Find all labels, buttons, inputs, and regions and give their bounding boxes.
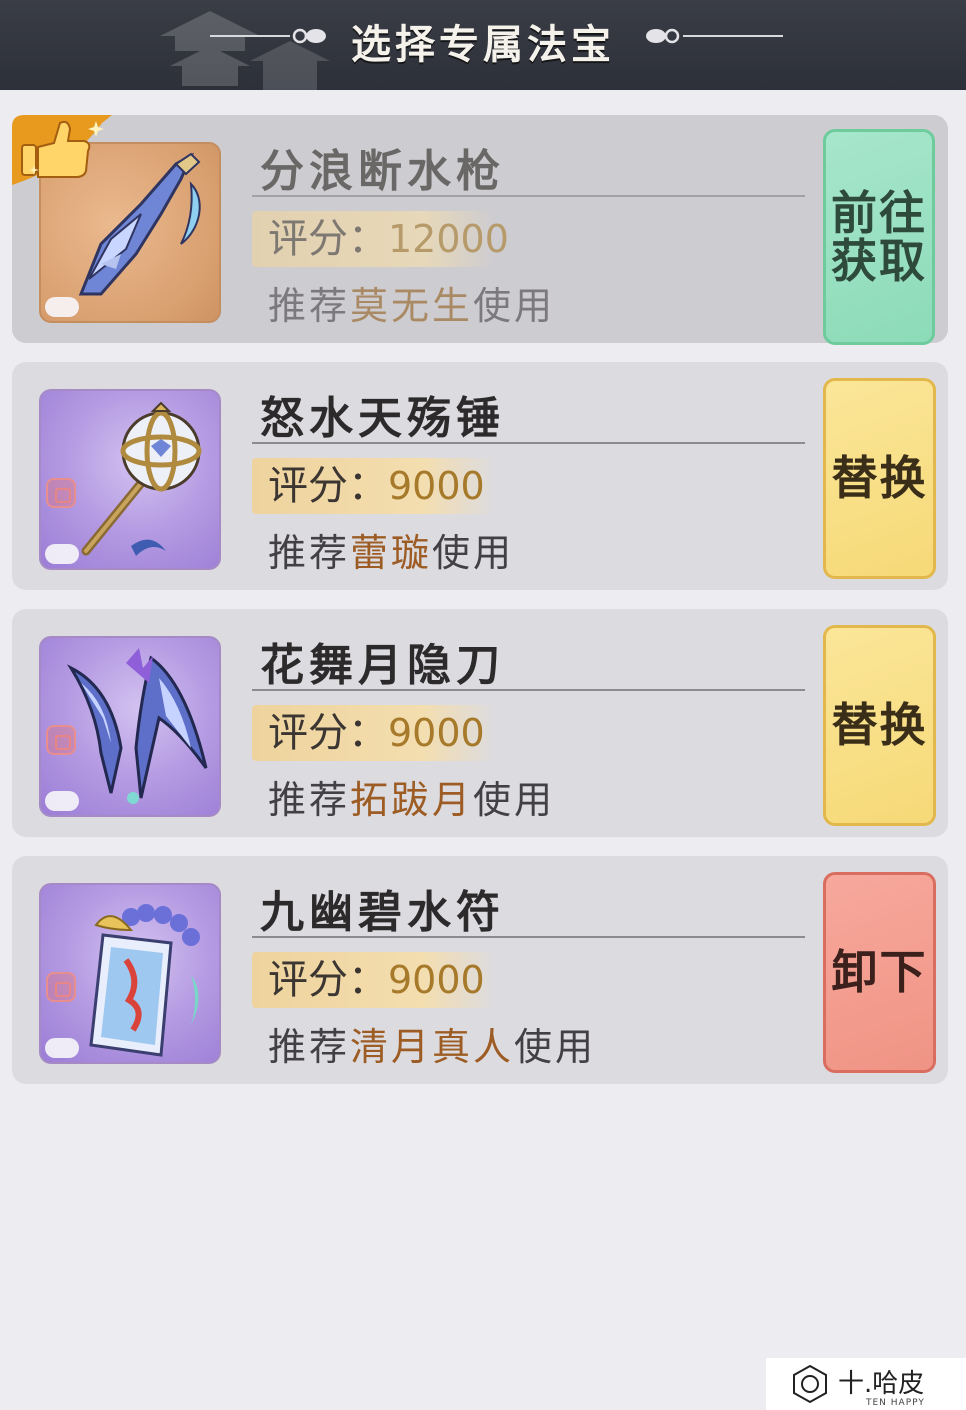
cloud-badge-icon bbox=[45, 791, 79, 811]
recommend-text: 推荐清月真人使用 bbox=[268, 1016, 596, 1071]
treasure-name: 怒水天殇锤 bbox=[260, 393, 505, 444]
divider bbox=[252, 442, 805, 444]
treasure-card-2[interactable]: 怒水天殇锤 评分：9000 推荐蕾璇使用 替换 bbox=[12, 362, 948, 590]
score-value: 12000 bbox=[388, 217, 509, 261]
recommend-prefix: 推荐 bbox=[268, 778, 351, 822]
recommend-character: 清月真人 bbox=[350, 1025, 515, 1069]
score-badge: 评分：9000 bbox=[252, 952, 496, 1008]
treasure-name: 九幽碧水符 bbox=[260, 887, 505, 938]
knot-ornament-right-icon bbox=[646, 28, 680, 44]
recommend-suffix: 使用 bbox=[514, 1025, 597, 1069]
divider bbox=[252, 936, 805, 938]
unequip-button[interactable]: 卸下 bbox=[823, 872, 936, 1073]
go-obtain-line-1: 前往 bbox=[831, 185, 927, 240]
score-badge: 评分：9000 bbox=[252, 458, 496, 514]
recommend-suffix: 使用 bbox=[432, 531, 515, 575]
score-badge: 评分：9000 bbox=[252, 705, 496, 761]
cloud-badge-icon bbox=[45, 297, 79, 317]
score-label: 评分： bbox=[268, 957, 388, 1003]
treasure-thumbnail[interactable] bbox=[39, 883, 221, 1064]
score-label: 评分： bbox=[268, 710, 388, 756]
recommend-character: 拓跋月 bbox=[350, 778, 474, 822]
watermark-sub: TEN HAPPY bbox=[866, 1398, 925, 1408]
treasure-thumbnail[interactable] bbox=[39, 389, 221, 570]
divider bbox=[252, 689, 805, 691]
recommend-character: 蕾璇 bbox=[350, 531, 433, 575]
treasure-thumbnail[interactable] bbox=[39, 636, 221, 817]
recommend-prefix: 推荐 bbox=[268, 284, 351, 328]
score-badge: 评分：12000 bbox=[252, 211, 509, 267]
cloud-badge-icon bbox=[45, 1038, 79, 1058]
treasure-name: 花舞月隐刀 bbox=[260, 640, 505, 691]
top-bar: 选择专属法宝 bbox=[0, 0, 966, 90]
recommend-prefix: 推荐 bbox=[268, 531, 351, 575]
recommend-prefix: 推荐 bbox=[268, 1025, 351, 1069]
recommend-suffix: 使用 bbox=[473, 778, 556, 822]
watermark-brand: 十.哈皮 bbox=[838, 1369, 925, 1399]
divider bbox=[252, 195, 805, 197]
recommend-text: 推荐拓跋月使用 bbox=[268, 769, 555, 824]
score-label: 评分： bbox=[268, 463, 388, 509]
treasure-name: 分浪断水枪 bbox=[260, 146, 505, 197]
hexagon-logo-icon bbox=[793, 1364, 827, 1404]
watermark: 十.哈皮 TEN HAPPY bbox=[766, 1358, 966, 1410]
go-obtain-line-2: 获取 bbox=[831, 234, 927, 288]
replace-button[interactable]: 替换 bbox=[823, 378, 936, 579]
treasure-card-4[interactable]: 九幽碧水符 评分：9000 推荐清月真人使用 卸下 bbox=[12, 856, 948, 1084]
title-ornament-right bbox=[683, 35, 783, 37]
recommend-text: 推荐莫无生使用 bbox=[268, 275, 555, 330]
treasure-card-1[interactable]: 分浪断水枪 评分：12000 推荐莫无生使用 前往 获取 bbox=[12, 115, 948, 345]
lock-icon bbox=[46, 972, 76, 1002]
recommend-character: 莫无生 bbox=[350, 284, 474, 328]
score-value: 9000 bbox=[388, 958, 485, 1002]
thumbs-up-icon bbox=[12, 115, 112, 185]
score-value: 9000 bbox=[388, 464, 485, 508]
cloud-badge-icon bbox=[45, 544, 79, 564]
lock-icon bbox=[46, 478, 76, 508]
page-title: 选择专属法宝 bbox=[351, 21, 615, 68]
score-value: 9000 bbox=[388, 711, 485, 755]
score-label: 评分： bbox=[268, 216, 388, 262]
go-obtain-button[interactable]: 前往 获取 bbox=[823, 129, 935, 345]
replace-button[interactable]: 替换 bbox=[823, 625, 936, 826]
treasure-card-3[interactable]: 花舞月隐刀 评分：9000 推荐拓跋月使用 替换 bbox=[12, 609, 948, 837]
recommend-text: 推荐蕾璇使用 bbox=[268, 522, 514, 577]
recommend-suffix: 使用 bbox=[473, 284, 556, 328]
lock-icon bbox=[46, 725, 76, 755]
